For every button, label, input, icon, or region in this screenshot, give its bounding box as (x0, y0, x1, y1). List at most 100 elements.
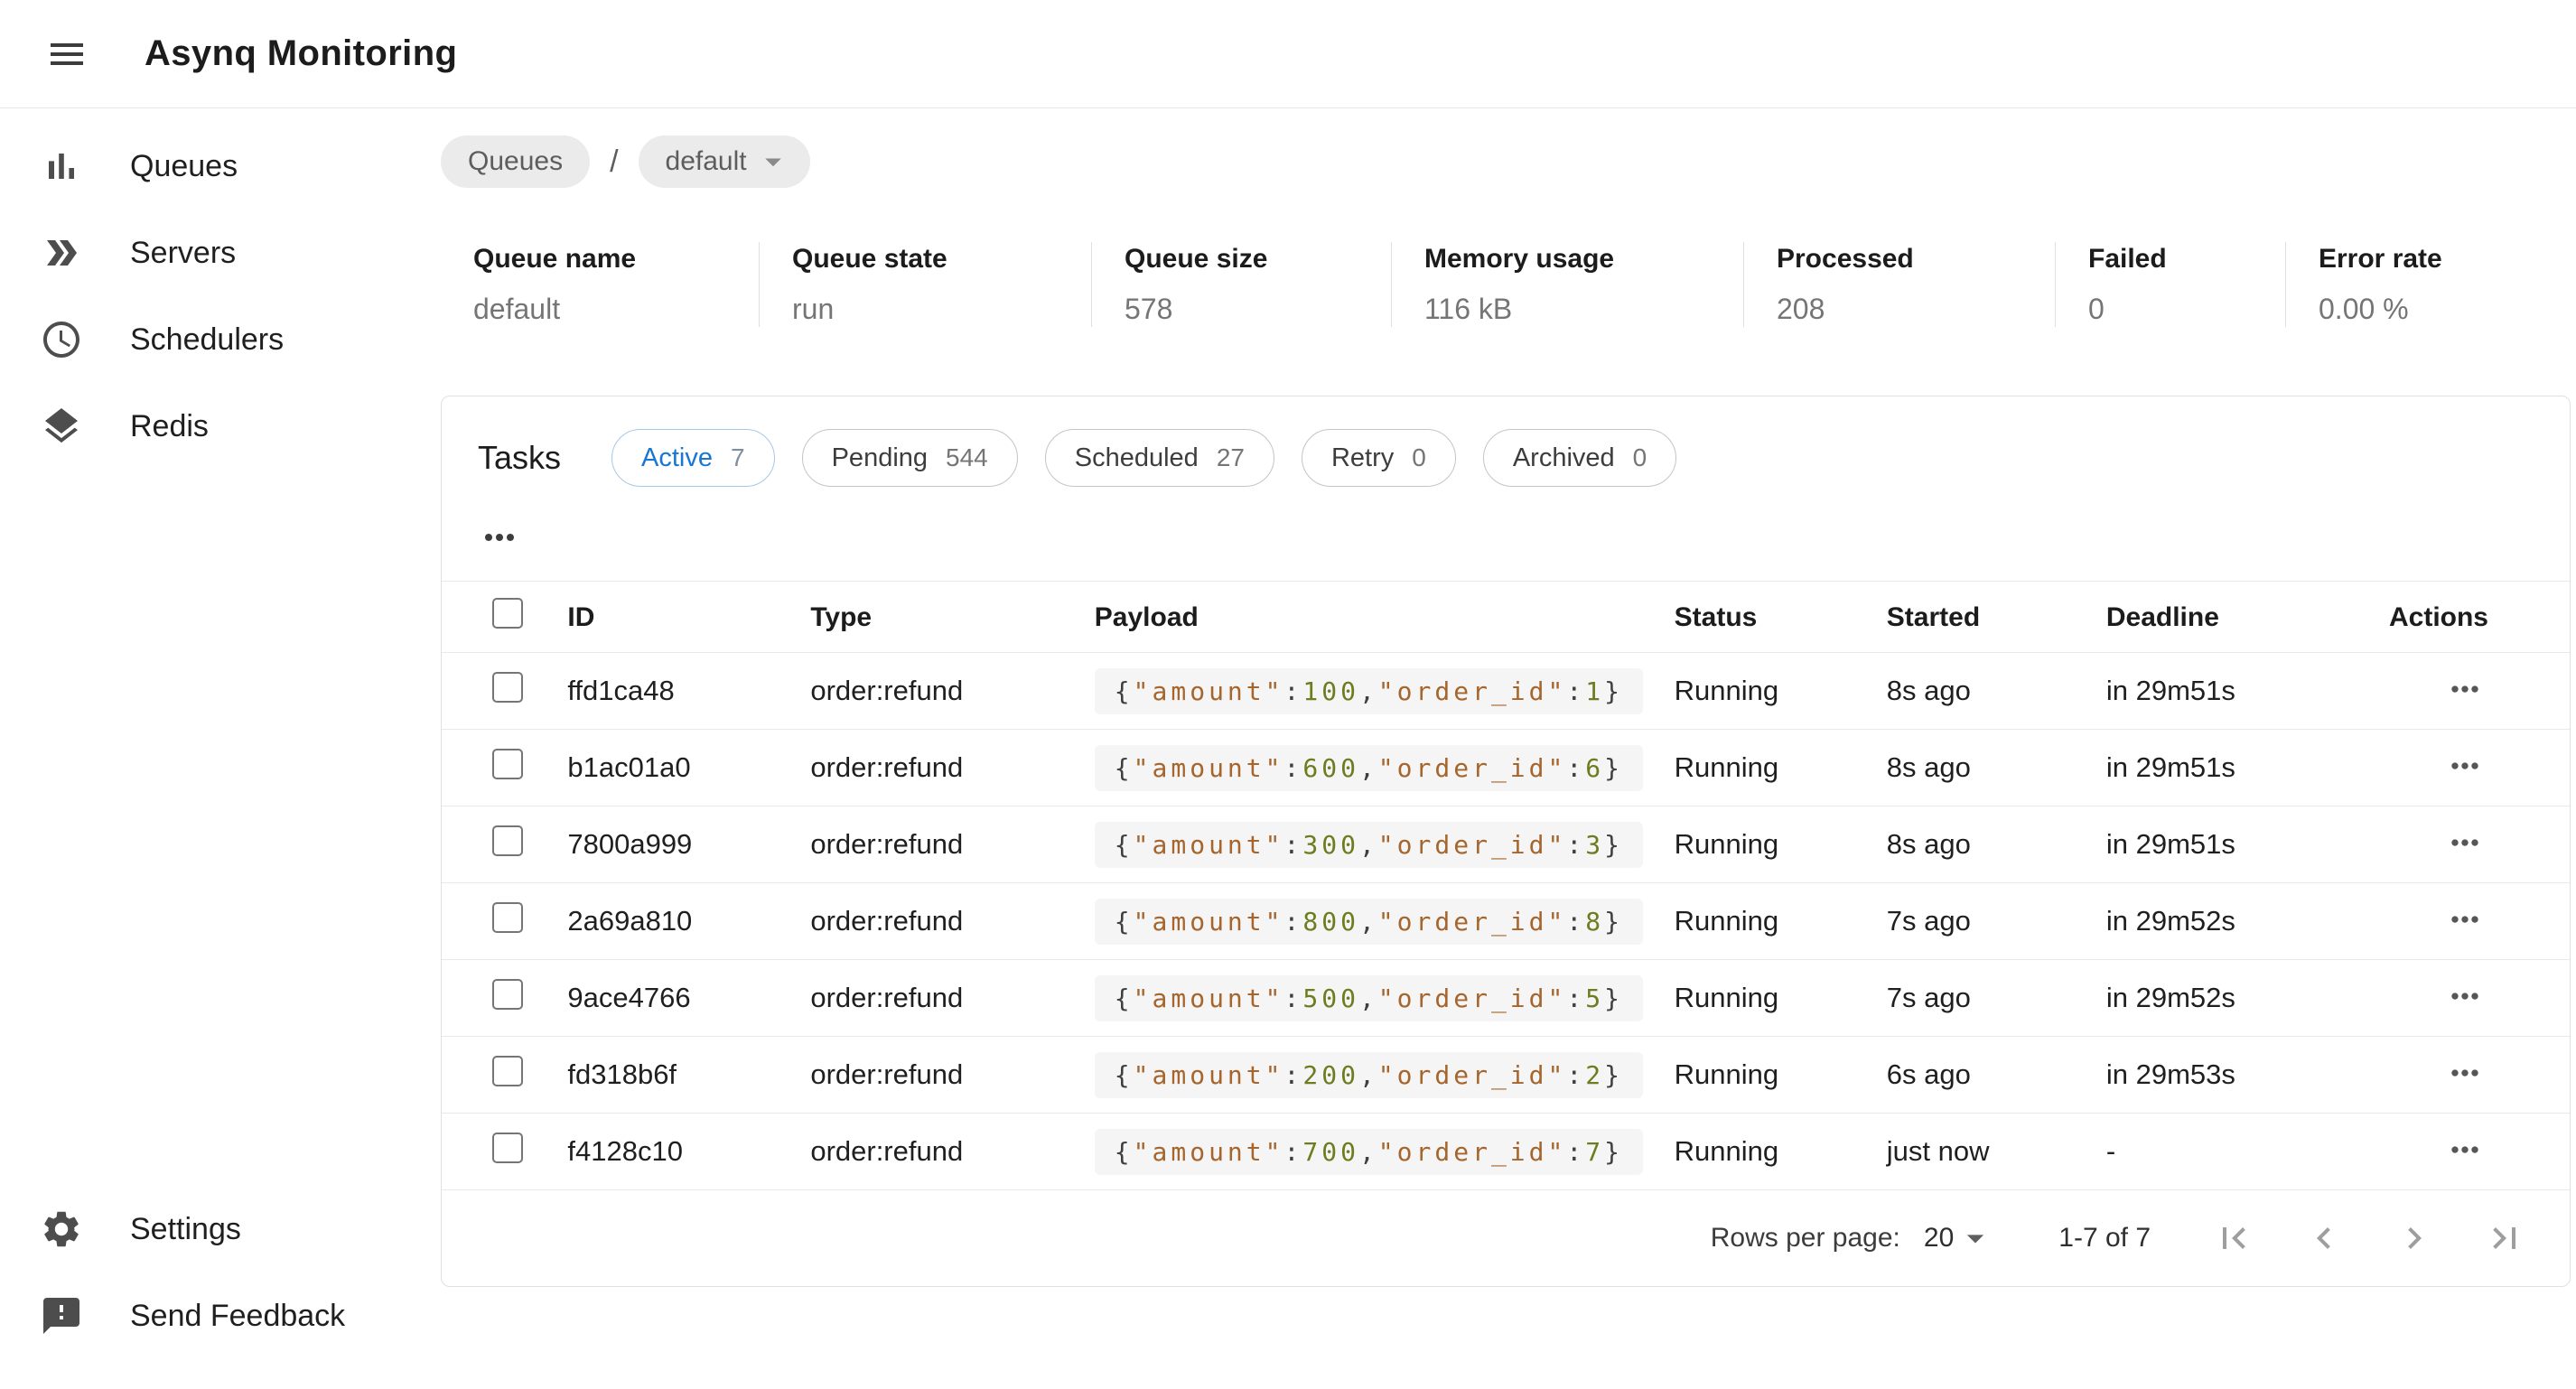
stat-value: 0 (2088, 293, 2271, 325)
cell-task-payload: {"amount":100,"order_id":1} (1095, 668, 1643, 714)
column-header-started: Started (1887, 582, 2106, 653)
sidebar-item-send-feedback[interactable]: Send Feedback (0, 1272, 434, 1359)
main-content: Queues/default Queue namedefaultQueue st… (434, 108, 2576, 1388)
tab-label: Archived (1513, 443, 1615, 473)
cell-task-started: just now (1887, 1114, 2106, 1190)
row-actions-button[interactable] (2441, 896, 2488, 943)
cell-task-status: Running (1675, 730, 1887, 806)
stat-value: 578 (1125, 293, 1377, 325)
sidebar-nav: Queues Servers SchedulersRedis (0, 123, 434, 470)
stat-label: Queue size (1125, 244, 1377, 275)
table-row: 2a69a810order:refund{"amount":800,"order… (442, 883, 2570, 960)
stat-label: Queue state (792, 244, 1077, 275)
stat-value: run (792, 293, 1077, 325)
sidebar-footer-nav: SettingsSend Feedback (0, 1186, 434, 1359)
stat-label: Memory usage (1424, 244, 1729, 275)
task-state-tabs: Active7 Pending544 Scheduled27 Retry0 Archiv… (611, 429, 1676, 487)
cell-task-id: 9ace4766 (567, 960, 810, 1037)
column-header-payload: Payload (1095, 582, 1675, 653)
row-actions-button[interactable] (2441, 819, 2488, 866)
bar-chart-icon (40, 144, 83, 188)
bulk-actions-menu-button[interactable] (472, 510, 527, 564)
previous-page-button[interactable] (2291, 1206, 2357, 1271)
cell-task-id: 2a69a810 (567, 883, 810, 960)
stat-label: Queue name (473, 244, 744, 275)
sidebar-item-schedulers[interactable]: Schedulers (0, 296, 434, 383)
cell-task-type: order:refund (810, 960, 1094, 1037)
row-actions-button[interactable] (2441, 1126, 2488, 1173)
row-actions-button[interactable] (2441, 1049, 2488, 1096)
row-checkbox[interactable] (492, 1056, 523, 1086)
breadcrumb-default[interactable]: default (639, 135, 810, 188)
stat-processed: Processed 208 (1743, 242, 2055, 327)
menu-button[interactable] (40, 27, 94, 81)
row-checkbox[interactable] (492, 825, 523, 856)
pagination-range: 1-7 of 7 (2058, 1223, 2151, 1254)
sidebar-item-settings[interactable]: Settings (0, 1186, 434, 1272)
first-page-button[interactable] (2201, 1206, 2266, 1271)
stat-label: Error rate (2319, 244, 2556, 275)
cell-task-id: ffd1ca48 (567, 653, 810, 730)
row-checkbox[interactable] (492, 902, 523, 933)
cell-task-type: order:refund (810, 1114, 1094, 1190)
column-header-actions: Actions (2389, 582, 2570, 653)
sidebar-item-queues[interactable]: Queues (0, 123, 434, 210)
select-all-checkbox[interactable] (492, 598, 523, 629)
stat-failed: Failed 0 (2055, 242, 2285, 327)
tab-retry[interactable]: Retry0 (1302, 429, 1456, 487)
cell-task-id: b1ac01a0 (567, 730, 810, 806)
tab-pending[interactable]: Pending544 (802, 429, 1018, 487)
rows-per-page-select[interactable]: 20 (1924, 1218, 1995, 1258)
breadcrumb-queues[interactable]: Queues (441, 135, 590, 188)
last-page-button[interactable] (2472, 1206, 2537, 1271)
table-row: f4128c10order:refund{"amount":700,"order… (442, 1114, 2570, 1190)
stat-label: Processed (1777, 244, 2040, 275)
cell-task-type: order:refund (810, 1037, 1094, 1114)
stat-value: 116 kB (1424, 293, 1729, 325)
column-header-status: Status (1675, 582, 1887, 653)
tab-active[interactable]: Active7 (611, 429, 775, 487)
sidebar-item-redis[interactable]: Redis (0, 383, 434, 470)
tab-label: Active (641, 443, 713, 473)
row-checkbox[interactable] (492, 672, 523, 703)
cell-task-deadline: in 29m52s (2106, 960, 2389, 1037)
top-app-bar: Asynq Monitoring (0, 0, 2576, 108)
more-horiz-icon (2445, 1130, 2485, 1170)
row-checkbox[interactable] (492, 979, 523, 1010)
stat-value: 0.00 % (2319, 293, 2556, 325)
stat-label: Failed (2088, 244, 2271, 275)
breadcrumb-label: Queues (468, 146, 563, 177)
tab-archived[interactable]: Archived0 (1483, 429, 1676, 487)
cell-task-deadline: in 29m53s (2106, 1037, 2389, 1114)
row-checkbox[interactable] (492, 749, 523, 779)
cell-task-payload: {"amount":300,"order_id":3} (1095, 822, 1643, 868)
column-header-type: Type (810, 582, 1094, 653)
row-actions-button[interactable] (2441, 973, 2488, 1020)
cell-task-started: 8s ago (1887, 730, 2106, 806)
row-checkbox[interactable] (492, 1133, 523, 1163)
menu-icon (45, 33, 89, 76)
cell-task-id: f4128c10 (567, 1114, 810, 1190)
stat-value: 208 (1777, 293, 2040, 325)
table-row: fd318b6forder:refund{"amount":200,"order… (442, 1037, 2570, 1114)
table-row: 7800a999order:refund{"amount":300,"order… (442, 806, 2570, 883)
chevron-left-icon (2302, 1217, 2346, 1260)
table-row: ffd1ca48order:refund{"amount":100,"order… (442, 653, 2570, 730)
tab-count: 544 (946, 443, 988, 472)
caret-down-icon (754, 143, 792, 181)
cell-task-payload: {"amount":200,"order_id":2} (1095, 1052, 1643, 1098)
row-actions-button[interactable] (2441, 666, 2488, 713)
cell-task-status: Running (1675, 960, 1887, 1037)
cell-task-started: 8s ago (1887, 653, 2106, 730)
sidebar-item-servers[interactable]: Servers (0, 210, 434, 296)
sidebar-item-label: Servers (130, 236, 236, 271)
clock-icon (40, 318, 83, 361)
stat-queue-size: Queue size 578 (1091, 242, 1391, 327)
cell-task-type: order:refund (810, 730, 1094, 806)
row-actions-button[interactable] (2441, 742, 2488, 789)
table-pagination: Rows per page: 20 1-7 of 7 (442, 1190, 2570, 1286)
cell-task-status: Running (1675, 653, 1887, 730)
cell-task-status: Running (1675, 806, 1887, 883)
tab-scheduled[interactable]: Scheduled27 (1045, 429, 1274, 487)
next-page-button[interactable] (2382, 1206, 2447, 1271)
